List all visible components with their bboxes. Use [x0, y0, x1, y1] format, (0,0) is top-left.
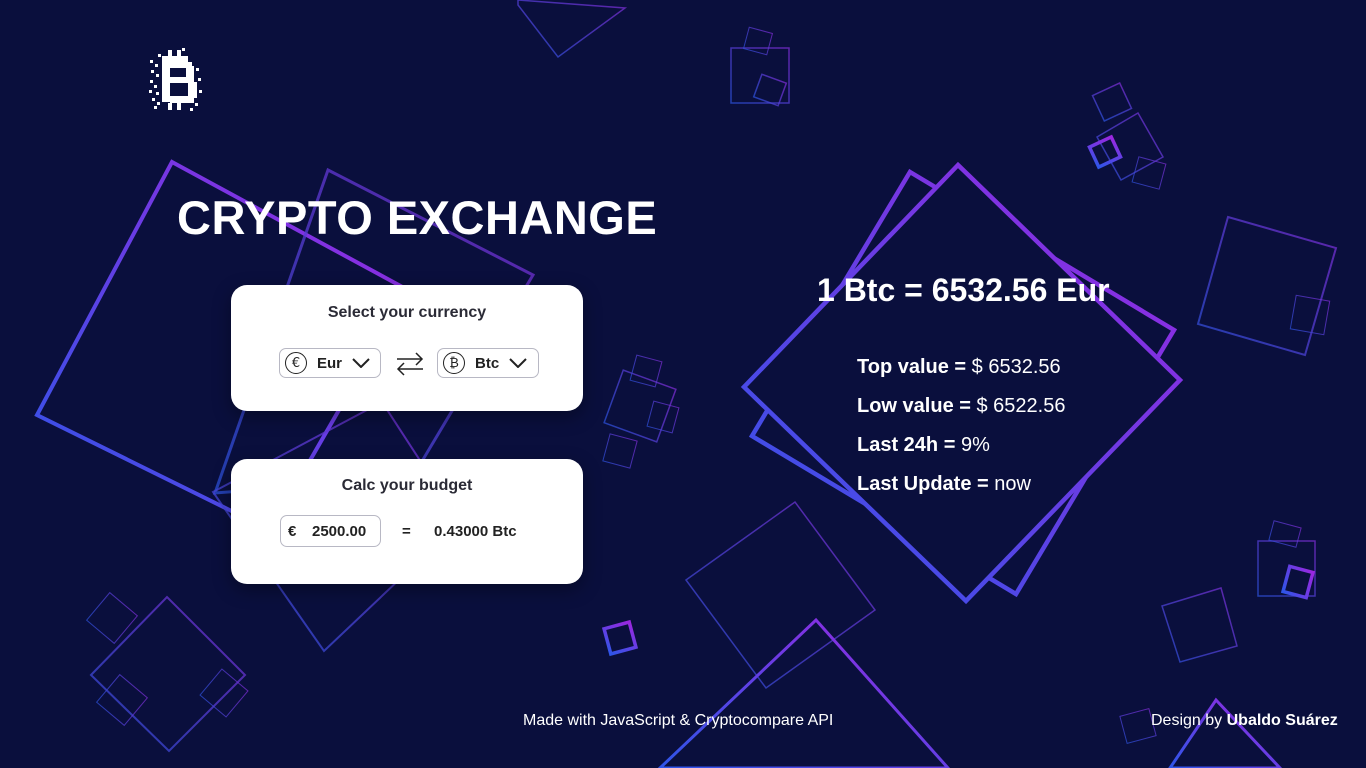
stat-top-value: Top value = $ 6532.56: [857, 356, 1061, 378]
stat-last-update: Last Update = now: [857, 473, 1031, 495]
chevron-down-icon: [352, 358, 370, 368]
page-title: CRYPTO EXCHANGE: [177, 191, 658, 244]
to-currency-select[interactable]: ₿ Btc: [437, 348, 539, 378]
budget-amount-value: 2500.00: [312, 522, 367, 540]
currency-card: Select your currency € Eur ₿ Btc: [231, 285, 583, 411]
euro-coin-icon: €: [285, 352, 307, 374]
rate-stats: Top value = $ 6532.56 Low value = $ 6522…: [857, 354, 1065, 510]
budget-amount-input[interactable]: € 2500.00: [280, 515, 381, 547]
author-link[interactable]: Ubaldo Suárez: [1227, 712, 1338, 729]
chevron-down-icon: [509, 358, 527, 368]
swap-arrows-icon[interactable]: [395, 351, 425, 377]
from-currency-label: Eur: [317, 354, 343, 372]
stat-low-value: Low value = $ 6522.56: [857, 395, 1066, 417]
from-currency-select[interactable]: € Eur: [279, 348, 381, 378]
budget-card: Calc your budget € 2500.00 = 0.43000 Btc: [231, 459, 583, 584]
to-currency-label: Btc: [475, 354, 500, 372]
stat-last-24h: Last 24h = 9%: [857, 434, 990, 456]
background-decoration: [34, 0, 1338, 768]
budget-result: 0.43000 Btc: [434, 523, 517, 540]
exchange-rate: 1 Btc = 6532.56 Eur: [817, 272, 1110, 308]
bitcoin-coin-icon: ₿: [443, 352, 465, 374]
euro-symbol: €: [288, 522, 297, 540]
bitcoin-pixel-logo: [149, 48, 202, 111]
equals-sign: =: [402, 523, 411, 540]
footer-design-credit: Design by Ubaldo Suárez: [1151, 712, 1338, 729]
footer-made-with: Made with JavaScript & Cryptocompare API: [523, 712, 834, 729]
budget-card-title: Calc your budget: [341, 477, 473, 494]
currency-card-title: Select your currency: [327, 304, 487, 321]
